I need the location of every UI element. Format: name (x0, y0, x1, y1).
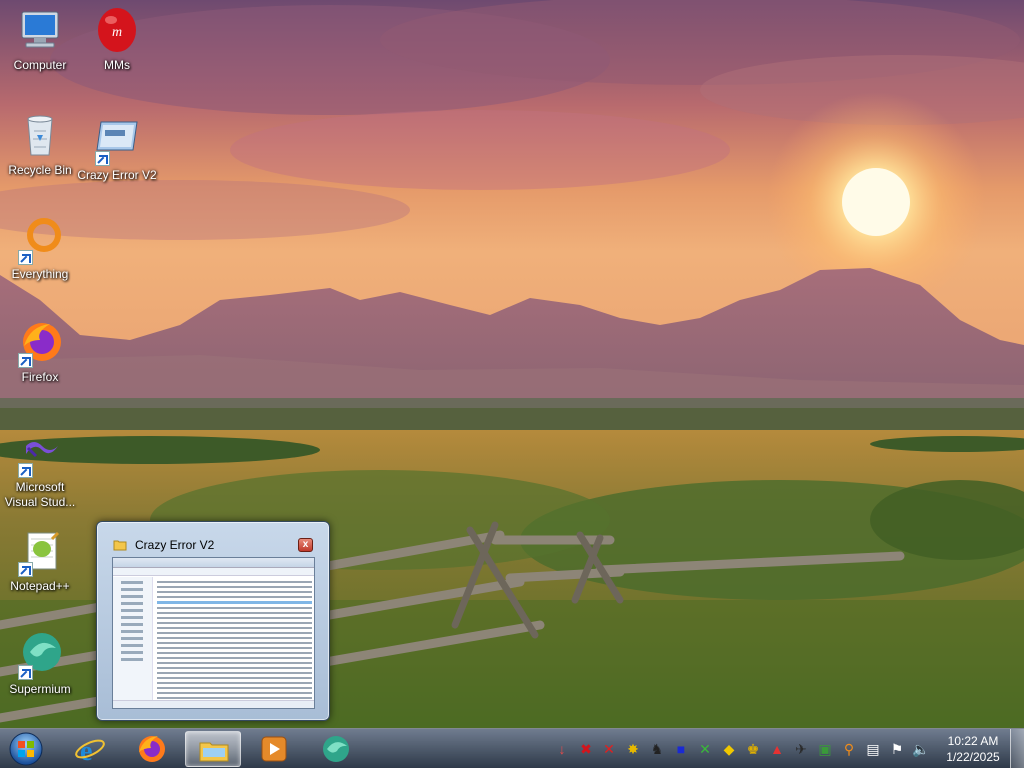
desktop-icon-crazy-error-v2[interactable]: Crazy Error V2 (77, 116, 157, 183)
recycle-bin-icon (16, 111, 64, 159)
svg-text:m: m (112, 25, 122, 40)
flag-icon[interactable]: ⚑ (888, 740, 906, 758)
clock-time: 10:22 AM (947, 734, 999, 748)
thumbnail-toolbar (113, 568, 314, 576)
shortcut-arrow-icon (18, 665, 33, 680)
crazy-error-icon (93, 116, 141, 166)
shortcut-arrow-icon (18, 562, 33, 577)
folder-icon (113, 540, 127, 551)
shortcut-arrow-icon (18, 353, 33, 368)
shortcut-arrow-icon (18, 250, 33, 265)
taskbar-button-windows-explorer[interactable] (185, 731, 241, 767)
yellow-cat-icon[interactable]: ♚ (744, 740, 762, 758)
download-arrow-icon[interactable]: ↓ (553, 740, 571, 758)
media-player-icon (261, 736, 287, 762)
cat-icon[interactable]: ♞ (648, 740, 666, 758)
preview-title-bar: Crazy Error V2 x (109, 536, 317, 556)
desktop-icon-mms[interactable]: m MMs (77, 6, 157, 73)
shortcut-arrow-icon (95, 151, 110, 166)
warning-icon[interactable]: ✸ (624, 740, 642, 758)
red-x-icon[interactable]: ✕ (600, 740, 618, 758)
desktop-icon-notepadpp[interactable]: Notepad++ (0, 527, 80, 594)
taskbar-clock[interactable]: 10:22 AM 1/22/2025 (938, 733, 1008, 765)
desktop-icon-label: Recycle Bin (8, 163, 72, 177)
notepadpp-icon (16, 527, 64, 577)
desktop-icon-label: Supermium (9, 682, 71, 696)
thumbnail-status-bar (113, 700, 314, 708)
taskbar-button-firefox[interactable] (124, 731, 180, 767)
show-desktop-button[interactable] (1010, 729, 1024, 768)
everything-icon (16, 215, 64, 265)
desktop-icon-label: Microsoft Visual Stud... (4, 480, 76, 509)
desktop-icon-firefox[interactable]: Firefox (0, 318, 80, 385)
close-button[interactable]: x (298, 538, 313, 552)
bird-icon[interactable]: ✈ (792, 740, 810, 758)
taskbar-button-internet-explorer[interactable]: e (62, 731, 118, 767)
start-button[interactable] (6, 730, 46, 768)
supermium-icon (16, 630, 64, 680)
firefox-icon (139, 736, 165, 762)
desktop-icon-label: Notepad++ (10, 579, 70, 593)
firefox-icon (16, 318, 64, 368)
desktop-icon-label: MMs (104, 58, 130, 72)
desktop-icon-everything[interactable]: Everything (0, 215, 80, 282)
desktop-icon-supermium[interactable]: Supermium (0, 630, 80, 697)
preview-window-thumbnail[interactable] (112, 557, 315, 709)
shortcut-arrow-icon (18, 463, 33, 478)
internet-explorer-icon: e (75, 736, 105, 764)
green-x-icon[interactable]: ✕ (696, 740, 714, 758)
desktop-icon-recycle-bin[interactable]: Recycle Bin (0, 111, 80, 178)
thumbnail-address-bar (113, 558, 314, 568)
notification-area: ↓ ✖ ✕ ✸ ♞ ■ ✕ ◆ ♚ ▲ ✈ ▣ ⚲ ▤ ⚑ 🔈 (553, 738, 943, 760)
desktop-icon-computer[interactable]: Computer (0, 6, 80, 73)
preview-title: Crazy Error V2 (135, 538, 215, 552)
windows-explorer-icon (199, 742, 229, 762)
desktop-icon-label: Crazy Error V2 (77, 168, 157, 182)
clock-date: 1/22/2025 (946, 750, 1000, 764)
taskbar-thumbnail-preview[interactable]: Crazy Error V2 x (96, 521, 330, 721)
network-icon[interactable]: ▤ (864, 740, 882, 758)
desktop-icon-label: Firefox (21, 370, 59, 384)
search-icon[interactable]: ⚲ (840, 740, 858, 758)
svg-text:e: e (80, 736, 92, 764)
desktop-icon-visual-studio[interactable]: Microsoft Visual Stud... (0, 428, 80, 510)
shield-x-icon[interactable]: ✖ (577, 740, 595, 758)
thumbnail-file-list (155, 578, 312, 699)
green-box-icon[interactable]: ▣ (816, 740, 834, 758)
desktop-icon-label: Computer (13, 58, 67, 72)
taskbar-button-supermium[interactable] (308, 731, 364, 767)
yellow-fish-icon[interactable]: ◆ (720, 740, 738, 758)
red-triangle-icon[interactable]: ▲ (768, 740, 786, 758)
visual-studio-icon (16, 428, 64, 478)
computer-icon (16, 6, 64, 54)
desktop-icon-label: Everything (11, 267, 69, 281)
taskbar: e ↓ ✖ ✕ ✸ ♞ ■ ✕ ◆ ♚ ▲ ✈ ▣ ⚲ ▤ ⚑ 🔈 10:22 … (0, 728, 1024, 768)
supermium-icon (323, 736, 349, 762)
taskbar-button-media-player[interactable] (246, 731, 302, 767)
blue-shield-icon[interactable]: ■ (672, 740, 690, 758)
mms-icon: m (93, 6, 141, 54)
thumbnail-navigation-pane (113, 577, 153, 700)
volume-icon[interactable]: 🔈 (912, 740, 930, 758)
